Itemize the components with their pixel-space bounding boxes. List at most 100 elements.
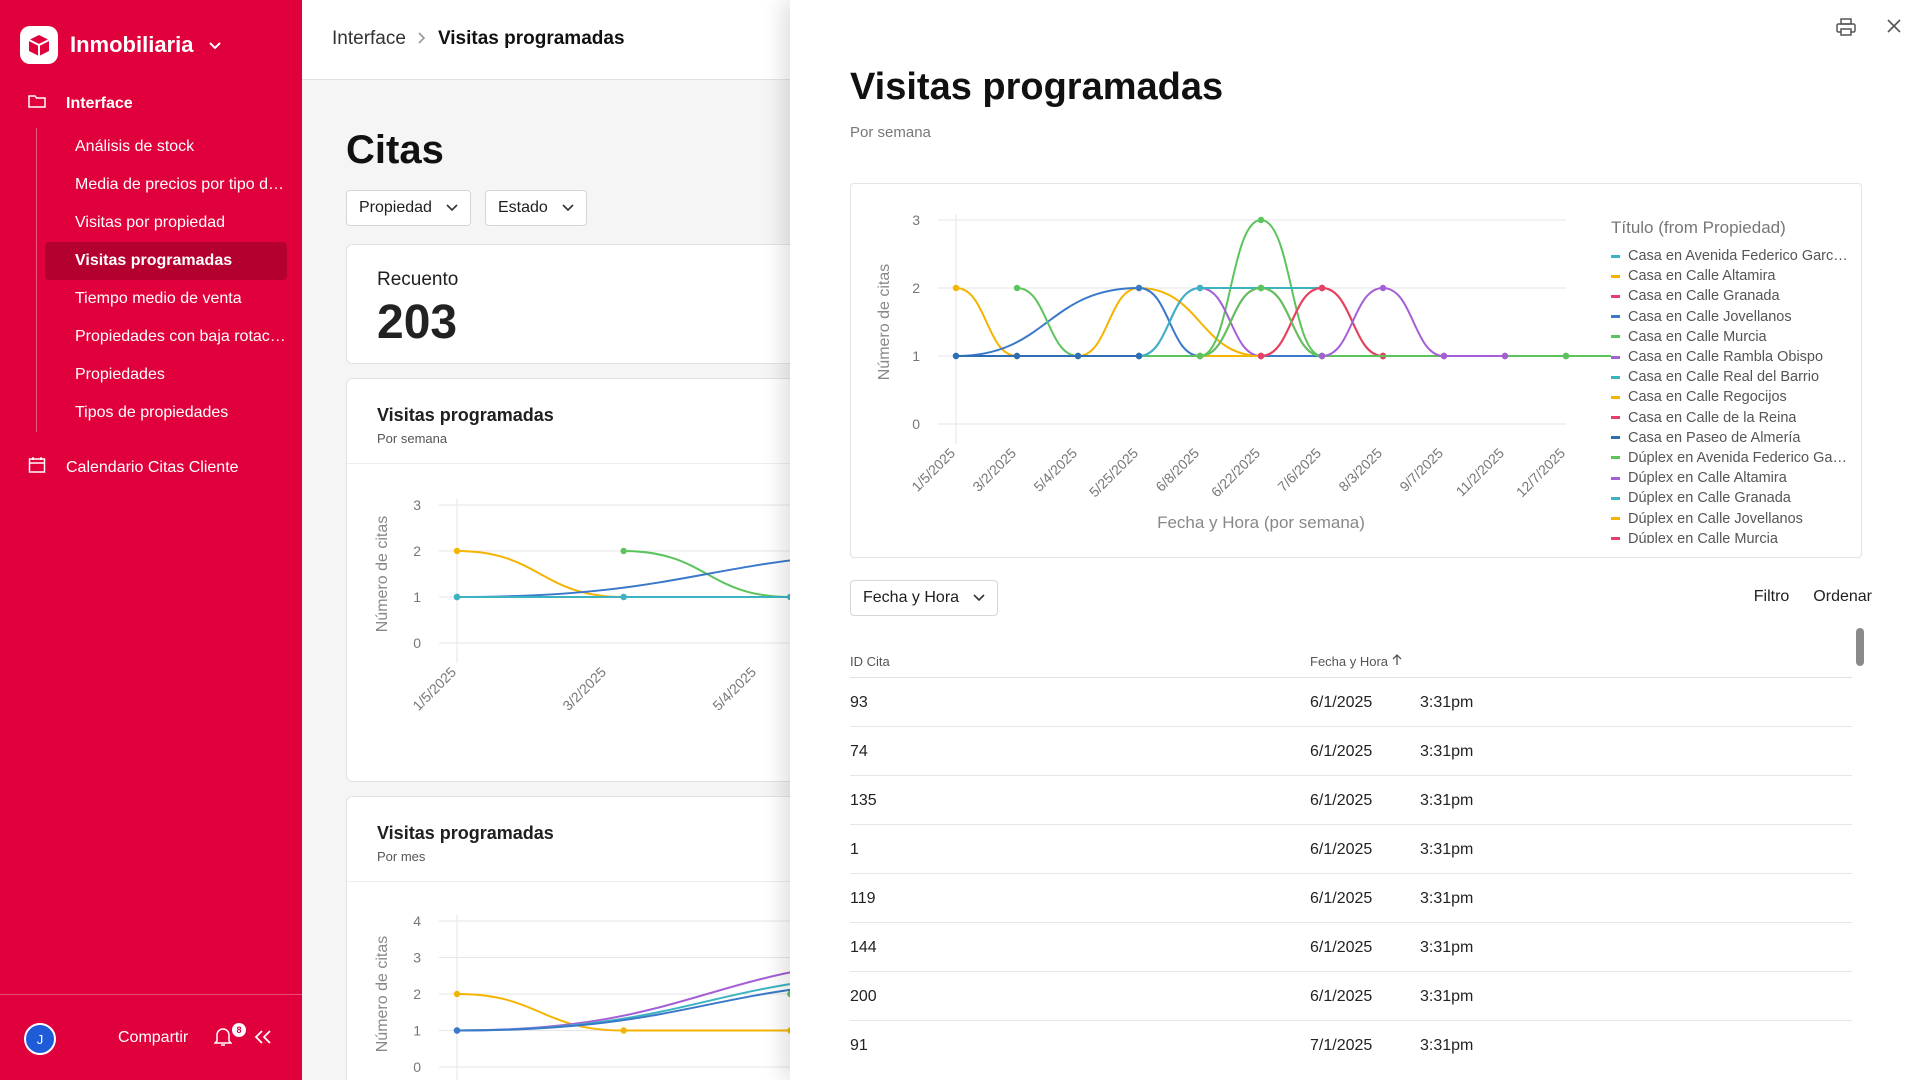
sidebar-item-baja-rotacion[interactable]: Propiedades con baja rotación xyxy=(45,318,287,356)
table-row[interactable]: 119 6/1/2025 3:31pm xyxy=(850,874,1852,923)
order-button[interactable]: Ordenar xyxy=(1813,588,1872,606)
column-header-fecha[interactable]: Fecha y Hora xyxy=(1310,654,1402,669)
appointments-table: ID Cita Fecha y Hora 93 6/1/2025 3:31pm 74… xyxy=(850,640,1852,1070)
legend-item[interactable]: Casa en Calle Granada xyxy=(1611,286,1851,306)
legend-item[interactable]: Dúplex en Calle Altamira xyxy=(1611,468,1851,488)
legend-title: Título (from Propiedad) xyxy=(1611,218,1786,237)
legend-item[interactable]: Casa en Avenida Federico García Lorca xyxy=(1611,246,1851,266)
data-point xyxy=(1074,352,1082,360)
breadcrumb-root[interactable]: Interface xyxy=(332,28,406,50)
sidebar-item-visitas-programadas[interactable]: Visitas programadas xyxy=(45,242,287,280)
cell-date: 6/1/2025 xyxy=(1310,743,1373,760)
y-tick-label: 2 xyxy=(413,543,421,559)
cell-id: 144 xyxy=(850,939,877,956)
chart-card-weekly[interactable]: Visitas programadas Por semana 0 1 2 3 1/5/2… xyxy=(346,378,866,782)
y-axis-label: Número de citas xyxy=(374,516,391,633)
chart-card-monthly[interactable]: Visitas programadas Por mes 0 1 2 3 4 Número … xyxy=(346,796,866,1080)
table-row[interactable]: 93 6/1/2025 3:31pm xyxy=(850,678,1852,727)
cell-date: 6/1/2025 xyxy=(1310,939,1373,956)
legend-swatch xyxy=(1611,395,1620,399)
sort-field-dropdown[interactable]: Fecha y Hora xyxy=(850,580,999,616)
panel-actions xyxy=(1836,18,1902,41)
share-button[interactable]: Compartir xyxy=(118,1029,188,1047)
filter-bar: Propiedad Estado xyxy=(346,190,587,226)
y-axis-label: Número de citas xyxy=(876,264,893,381)
sidebar-footer: J Compartir 8 xyxy=(0,994,302,1080)
app-switcher[interactable]: Inmobiliaria xyxy=(20,26,222,64)
table-row[interactable]: 135 6/1/2025 3:31pm xyxy=(850,776,1852,825)
chevron-down-icon xyxy=(209,37,222,53)
sidebar-item-analisis-stock[interactable]: Análisis de stock xyxy=(45,128,287,166)
legend-item[interactable]: Casa en Calle de la Reina xyxy=(1611,408,1851,428)
detail-panel: Visitas programadas Por semana 0 1 2 3 1/5/2… xyxy=(790,0,1920,1080)
table-row[interactable]: 74 6/1/2025 3:31pm xyxy=(850,727,1852,776)
cell-time: 3:31pm xyxy=(1420,988,1474,1005)
column-header-id[interactable]: ID Cita xyxy=(850,654,890,669)
table-scrollbar[interactable] xyxy=(1856,628,1864,666)
data-point xyxy=(453,990,461,998)
filter-label: Estado xyxy=(497,199,548,216)
legend-item[interactable]: Casa en Calle Murcia xyxy=(1611,327,1851,347)
cell-time: 3:31pm xyxy=(1420,743,1474,760)
table-row[interactable]: 91 7/1/2025 3:31pm xyxy=(850,1021,1852,1070)
data-point xyxy=(620,547,627,555)
table-row[interactable]: 144 6/1/2025 3:31pm xyxy=(850,923,1852,972)
table-row[interactable]: 1 6/1/2025 3:31pm xyxy=(850,825,1852,874)
series-line xyxy=(1199,286,1611,357)
legend-item[interactable]: Casa en Calle Real del Barrio xyxy=(1611,367,1851,387)
data-point xyxy=(453,547,461,555)
legend-item[interactable]: Dúplex en Calle Jovellanos xyxy=(1611,508,1851,528)
x-tick-label: 7/6/2025 xyxy=(1274,445,1324,495)
sidebar-item-visitas-propiedad[interactable]: Visitas por propiedad xyxy=(45,204,287,242)
legend-label: Casa en Calle Granada xyxy=(1628,288,1780,305)
cell-id: 91 xyxy=(850,1037,868,1054)
legend-item[interactable]: Casa en Paseo de Almería xyxy=(1611,428,1851,448)
x-tick-label: 3/2/2025 xyxy=(969,445,1019,495)
app-name: Inmobiliaria xyxy=(70,32,194,57)
weekly-visits-chart: 0 1 2 3 1/5/2025 3/2/2025 5/4/2025 5/25/2025 6/8… xyxy=(876,212,1611,532)
legend-label: Casa en Calle Murcia xyxy=(1628,328,1767,345)
count-value: 203 xyxy=(377,296,458,349)
series-line xyxy=(955,286,1322,357)
sidebar-item-calendario[interactable]: Calendario Citas Cliente xyxy=(28,456,239,479)
sidebar-item-tiempo-medio[interactable]: Tiempo medio de venta xyxy=(45,280,287,318)
filter-propiedad-button[interactable]: Propiedad xyxy=(346,190,471,226)
sidebar-group-interface[interactable]: Interface xyxy=(28,94,133,113)
breadcrumb-current: Visitas programadas xyxy=(437,28,625,49)
legend-item[interactable]: Dúplex en Avenida Federico García Lorca xyxy=(1611,448,1851,468)
page-title: Citas xyxy=(346,128,444,172)
legend-item[interactable]: Dúplex en Calle Murcia xyxy=(1611,529,1851,543)
legend-swatch xyxy=(1611,537,1620,541)
card-divider xyxy=(347,881,865,882)
cell-date: 6/1/2025 xyxy=(1310,841,1373,858)
filter-button[interactable]: Filtro xyxy=(1754,588,1790,606)
count-card[interactable]: Recuento 203 xyxy=(346,244,866,364)
data-point xyxy=(1013,284,1021,292)
legend-item[interactable]: Dúplex en Calle Granada xyxy=(1611,488,1851,508)
close-icon[interactable] xyxy=(1886,18,1902,41)
sidebar-item-media-precios[interactable]: Media de precios por tipo de propiedad xyxy=(45,166,287,204)
sidebar-item-tipos-propiedades[interactable]: Tipos de propiedades xyxy=(45,394,287,432)
cell-date: 6/1/2025 xyxy=(1310,988,1373,1005)
sidebar-item-propiedades[interactable]: Propiedades xyxy=(45,356,287,394)
data-point xyxy=(1257,284,1265,292)
collapse-sidebar-icon[interactable] xyxy=(254,1025,272,1051)
y-tick-label: 2 xyxy=(912,280,920,296)
table-row[interactable]: 200 6/1/2025 3:31pm xyxy=(850,972,1852,1021)
card-subtitle: Por mes xyxy=(377,849,426,864)
panel-subtitle: Por semana xyxy=(850,124,931,141)
y-tick-label: 1 xyxy=(413,1023,421,1039)
bell-icon[interactable] xyxy=(213,1027,233,1052)
legend-label: Casa en Calle Rambla Obispo xyxy=(1628,349,1824,366)
y-tick-label: 3 xyxy=(912,212,920,228)
legend-item[interactable]: Casa en Calle Rambla Obispo xyxy=(1611,347,1851,367)
filter-estado-button[interactable]: Estado xyxy=(484,190,587,226)
cell-time: 3:31pm xyxy=(1420,841,1474,858)
print-icon[interactable] xyxy=(1836,18,1856,41)
legend-item[interactable]: Casa en Calle Altamira xyxy=(1611,266,1851,286)
card-divider xyxy=(347,463,865,464)
avatar[interactable]: J xyxy=(24,1023,56,1055)
legend-item[interactable]: Casa en Calle Regocijos xyxy=(1611,387,1851,407)
legend-item[interactable]: Casa en Calle Jovellanos xyxy=(1611,307,1851,327)
cell-time: 3:31pm xyxy=(1420,792,1474,809)
